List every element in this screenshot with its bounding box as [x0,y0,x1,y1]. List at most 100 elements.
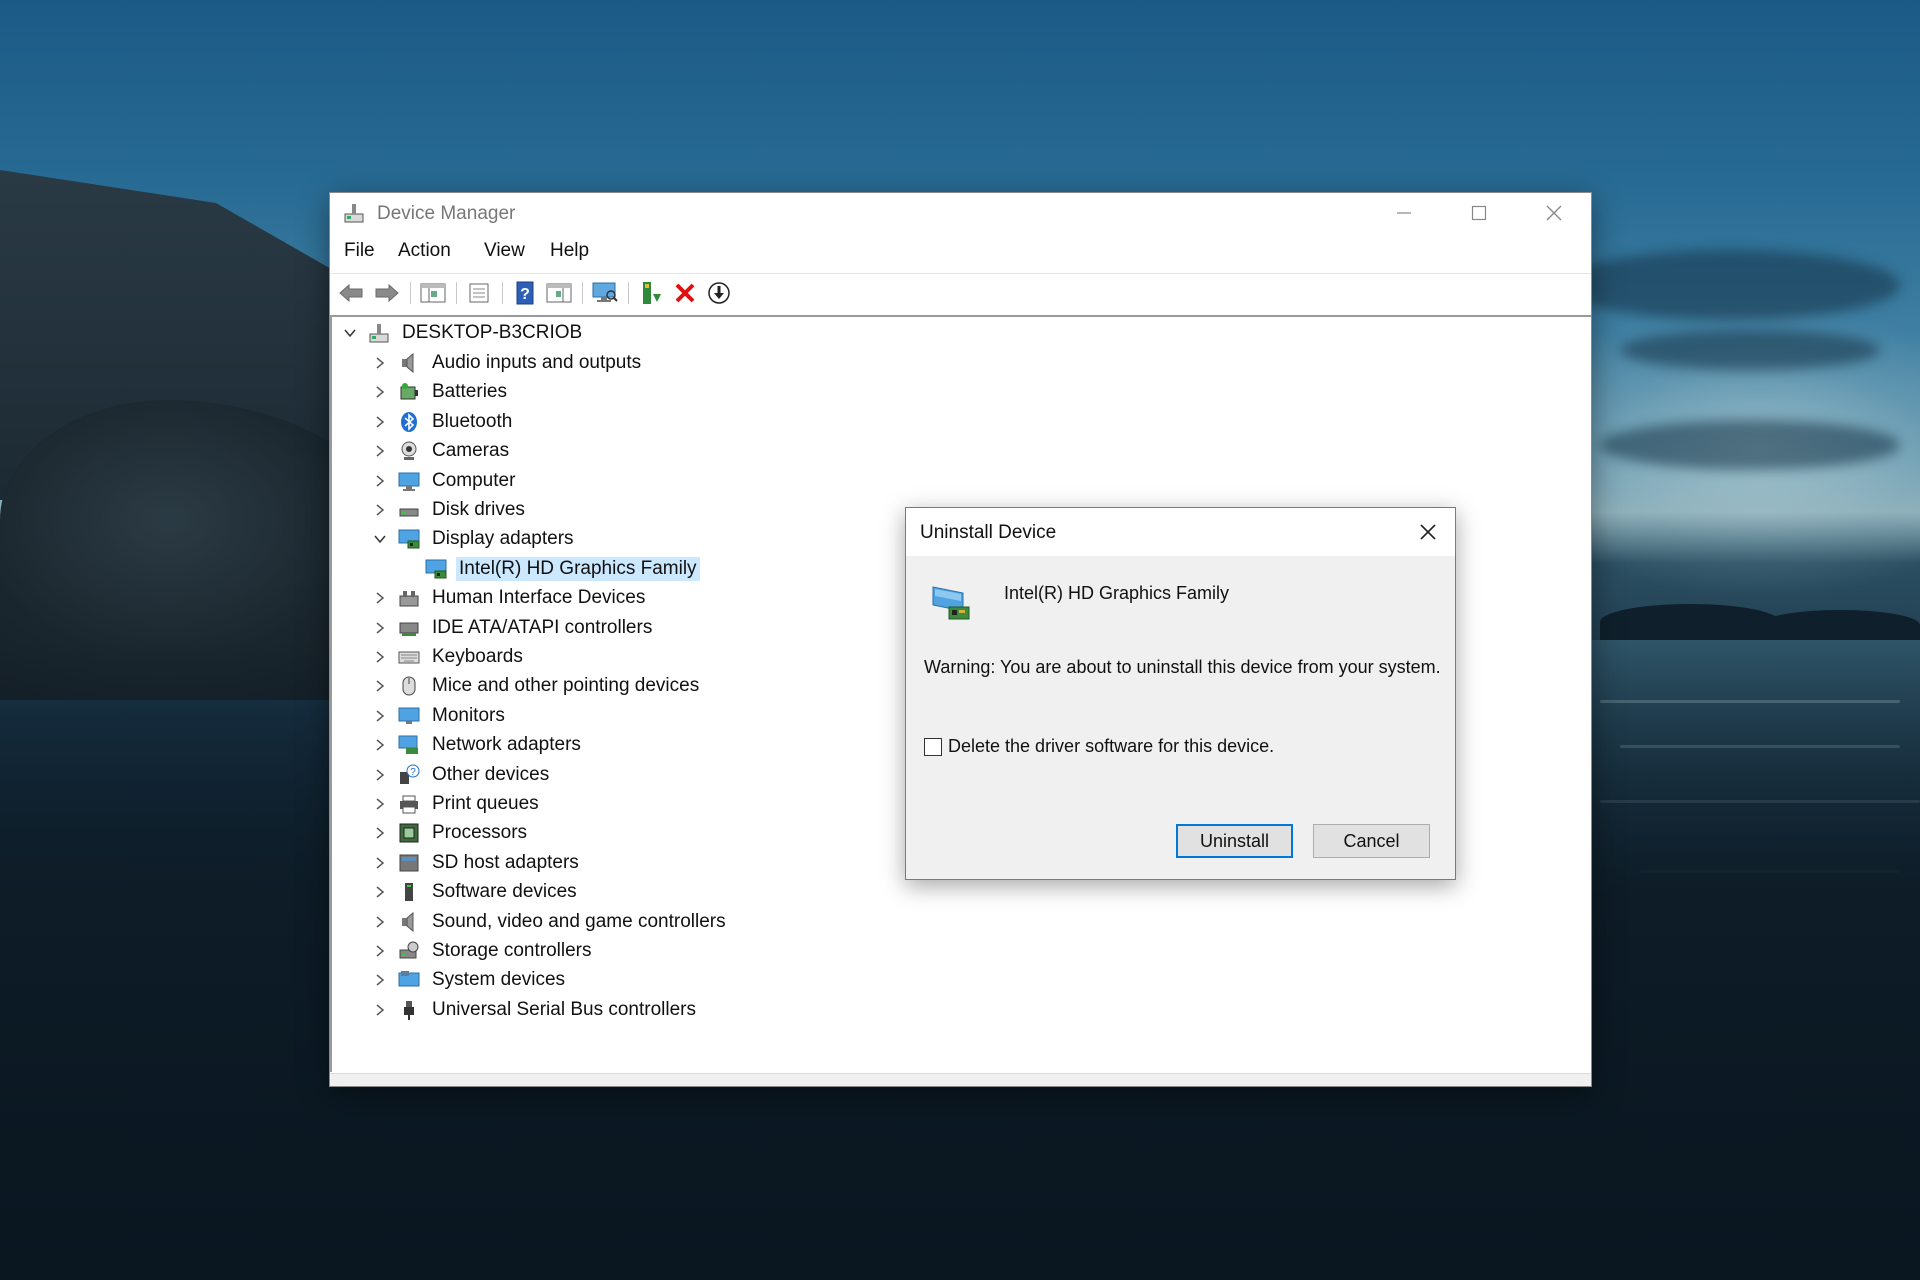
tree-category-disk-drives[interactable]: Disk drives [370,496,528,524]
tree-category-human-interface-devices[interactable]: Human Interface Devices [370,584,648,612]
update-driver-button[interactable] [636,278,666,308]
forward-button[interactable] [372,278,402,308]
menu-file[interactable]: File [338,238,381,264]
tree-root-label: DESKTOP-B3CRIOB [402,322,583,343]
chevron-right-icon[interactable] [370,882,390,902]
display-adapter-icon [398,528,420,550]
chevron-right-icon[interactable] [370,1000,390,1020]
menu-action[interactable]: Action [392,238,457,264]
chevron-right-icon[interactable] [370,912,390,932]
chevron-right-icon[interactable] [370,735,390,755]
uninstall-device-button[interactable] [670,278,700,308]
delete-driver-checkbox-row[interactable]: Delete the driver software for this devi… [924,736,1274,757]
tree-category-other-devices[interactable]: ? Other devices [370,761,552,789]
tree-category-storage-controllers[interactable]: Storage controllers [370,937,594,965]
forward-arrow-icon [375,283,399,303]
chevron-down-icon[interactable] [340,323,360,343]
disable-device-button[interactable] [704,278,734,308]
tree-category-monitors[interactable]: Monitors [370,702,508,730]
show-hide-console-tree-button[interactable] [418,278,448,308]
dialog-warning-text: Warning: You are about to uninstall this… [924,657,1441,677]
tree-category-keyboards[interactable]: Keyboards [370,643,526,671]
delete-driver-checkbox-label: Delete the driver software for this devi… [948,736,1275,756]
computer-icon [398,470,420,492]
tree-item-label: Disk drives [432,499,525,520]
minimize-button[interactable] [1368,193,1440,233]
hid-icon [398,587,420,609]
tree-item-label: IDE ATA/ATAPI controllers [432,616,653,638]
ide-controller-icon [398,617,420,639]
chevron-right-icon[interactable] [370,353,390,373]
display-adapter-icon [425,558,447,580]
back-button[interactable] [336,278,366,308]
chevron-right-icon[interactable] [370,588,390,608]
properties-button[interactable] [464,278,494,308]
tree-category-mice-and-other-pointing-devices[interactable]: Mice and other pointing devices [370,672,702,700]
chevron-right-icon[interactable] [370,500,390,520]
tree-root[interactable]: DESKTOP-B3CRIOB [340,319,585,347]
other-devices-icon: ? [398,764,420,786]
chevron-right-icon[interactable] [370,471,390,491]
maximize-button[interactable] [1443,193,1515,233]
chevron-right-icon[interactable] [370,618,390,638]
window-title: Device Manager [377,203,516,224]
tree-category-ide-ata-atapi-controllers[interactable]: IDE ATA/ATAPI controllers [370,614,655,642]
sound-icon [398,911,420,933]
dialog-device-name: Intel(R) HD Graphics Family [1004,583,1230,603]
chevron-right-icon[interactable] [370,676,390,696]
close-button[interactable] [1518,193,1590,233]
chevron-right-icon[interactable] [370,970,390,990]
action-pane-button[interactable] [544,278,574,308]
camera-icon [398,440,420,462]
tree-category-cameras[interactable]: Cameras [370,437,512,465]
chevron-right-icon[interactable] [370,853,390,873]
dialog-close-button[interactable] [1411,516,1445,548]
tree-item-label: Universal Serial Bus controllers [432,998,696,1020]
delete-driver-checkbox[interactable] [924,737,942,756]
chevron-down-icon[interactable] [370,529,390,549]
help-button[interactable]: ? [510,278,540,308]
chevron-right-icon[interactable] [370,941,390,961]
tree-category-print-queues[interactable]: Print queues [370,790,542,818]
dialog-title-bar[interactable]: Uninstall Device [906,508,1455,556]
chevron-right-icon[interactable] [370,823,390,843]
menu-help[interactable]: Help [544,238,595,264]
tree-category-batteries[interactable]: Batteries [370,378,510,406]
tree-category-sd-host-adapters[interactable]: SD host adapters [370,849,582,877]
tree-category-display-adapters[interactable]: Display adapters [370,525,577,553]
menu-view[interactable]: View [478,238,531,264]
uninstall-device-icon [675,283,695,303]
tree-item-label: Human Interface Devices [432,587,646,609]
chevron-right-icon[interactable] [370,765,390,785]
tree-category-network-adapters[interactable]: Network adapters [370,731,584,759]
monitor-icon [398,705,420,727]
tree-category-bluetooth[interactable]: Bluetooth [370,408,515,436]
tree-category-audio-inputs-and-outputs[interactable]: Audio inputs and outputs [370,349,644,377]
uninstall-button[interactable]: Uninstall [1176,824,1293,858]
chevron-right-icon[interactable] [370,441,390,461]
cancel-button[interactable]: Cancel [1313,824,1430,858]
toolbar-separator [502,282,503,304]
chevron-right-icon[interactable] [370,706,390,726]
tree-category-computer[interactable]: Computer [370,467,518,495]
tree-item-label: SD host adapters [432,851,579,873]
tree-category-universal-serial-bus-controllers[interactable]: Universal Serial Bus controllers [370,996,699,1024]
wallpaper-distant-hill [1600,604,1780,640]
scan-hardware-button[interactable] [590,278,620,308]
tree-category-software-devices[interactable]: Software devices [370,878,580,906]
tree-item-label: Cameras [432,440,510,462]
tree-item-label: Audio inputs and outputs [432,352,642,373]
system-devices-icon [398,969,420,991]
title-bar[interactable]: Device Manager [330,193,1591,233]
tree-item-label: Software devices [432,881,577,903]
toolbar-separator [582,282,583,304]
chevron-right-icon[interactable] [370,412,390,432]
tree-category-system-devices[interactable]: System devices [370,966,568,994]
chevron-right-icon[interactable] [370,382,390,402]
tree-category-sound-video-and-game-controllers[interactable]: Sound, video and game controllers [370,908,729,936]
chevron-right-icon[interactable] [370,647,390,667]
tree-item-label: Print queues [432,793,539,814]
tree-category-processors[interactable]: Processors [370,819,530,847]
chevron-right-icon[interactable] [370,794,390,814]
tree-device-item[interactable]: Intel(R) HD Graphics Family [425,555,700,583]
